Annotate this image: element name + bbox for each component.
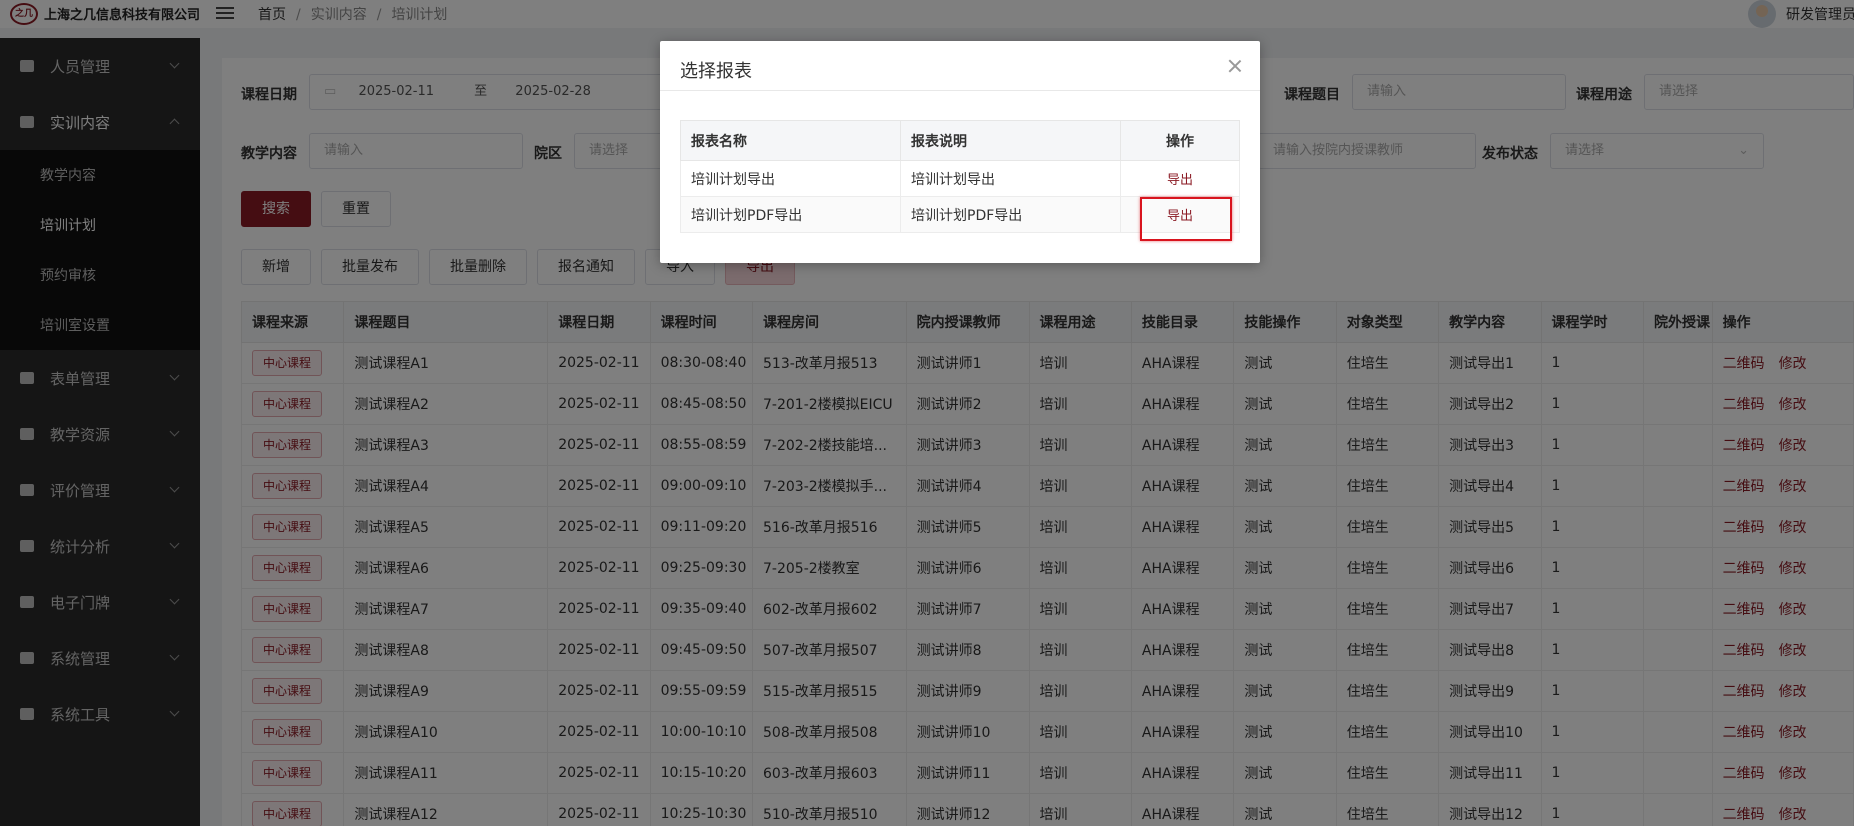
column-header: 操作: [1120, 120, 1240, 161]
report-name: 培训计划导出: [680, 160, 901, 197]
report-select-dialog: 选择报表 报表名称 报表说明 操作 培训计划导出 培训计划导出 导出 培训计划P…: [660, 41, 1260, 263]
report-export-link[interactable]: 导出: [1167, 173, 1193, 188]
report-desc: 培训计划导出: [900, 160, 1121, 197]
column-header: 报表名称: [680, 120, 901, 161]
report-desc: 培训计划PDF导出: [900, 196, 1121, 233]
dialog-divider: [660, 90, 1260, 91]
report-name: 培训计划PDF导出: [680, 196, 901, 233]
dialog-title: 选择报表: [680, 61, 752, 82]
report-table-header: 报表名称 报表说明 操作: [680, 120, 1240, 161]
highlight-box: [1140, 197, 1232, 241]
column-header: 报表说明: [900, 120, 1121, 161]
close-icon[interactable]: [1228, 59, 1242, 73]
report-row: 培训计划导出 培训计划导出 导出: [680, 160, 1240, 197]
